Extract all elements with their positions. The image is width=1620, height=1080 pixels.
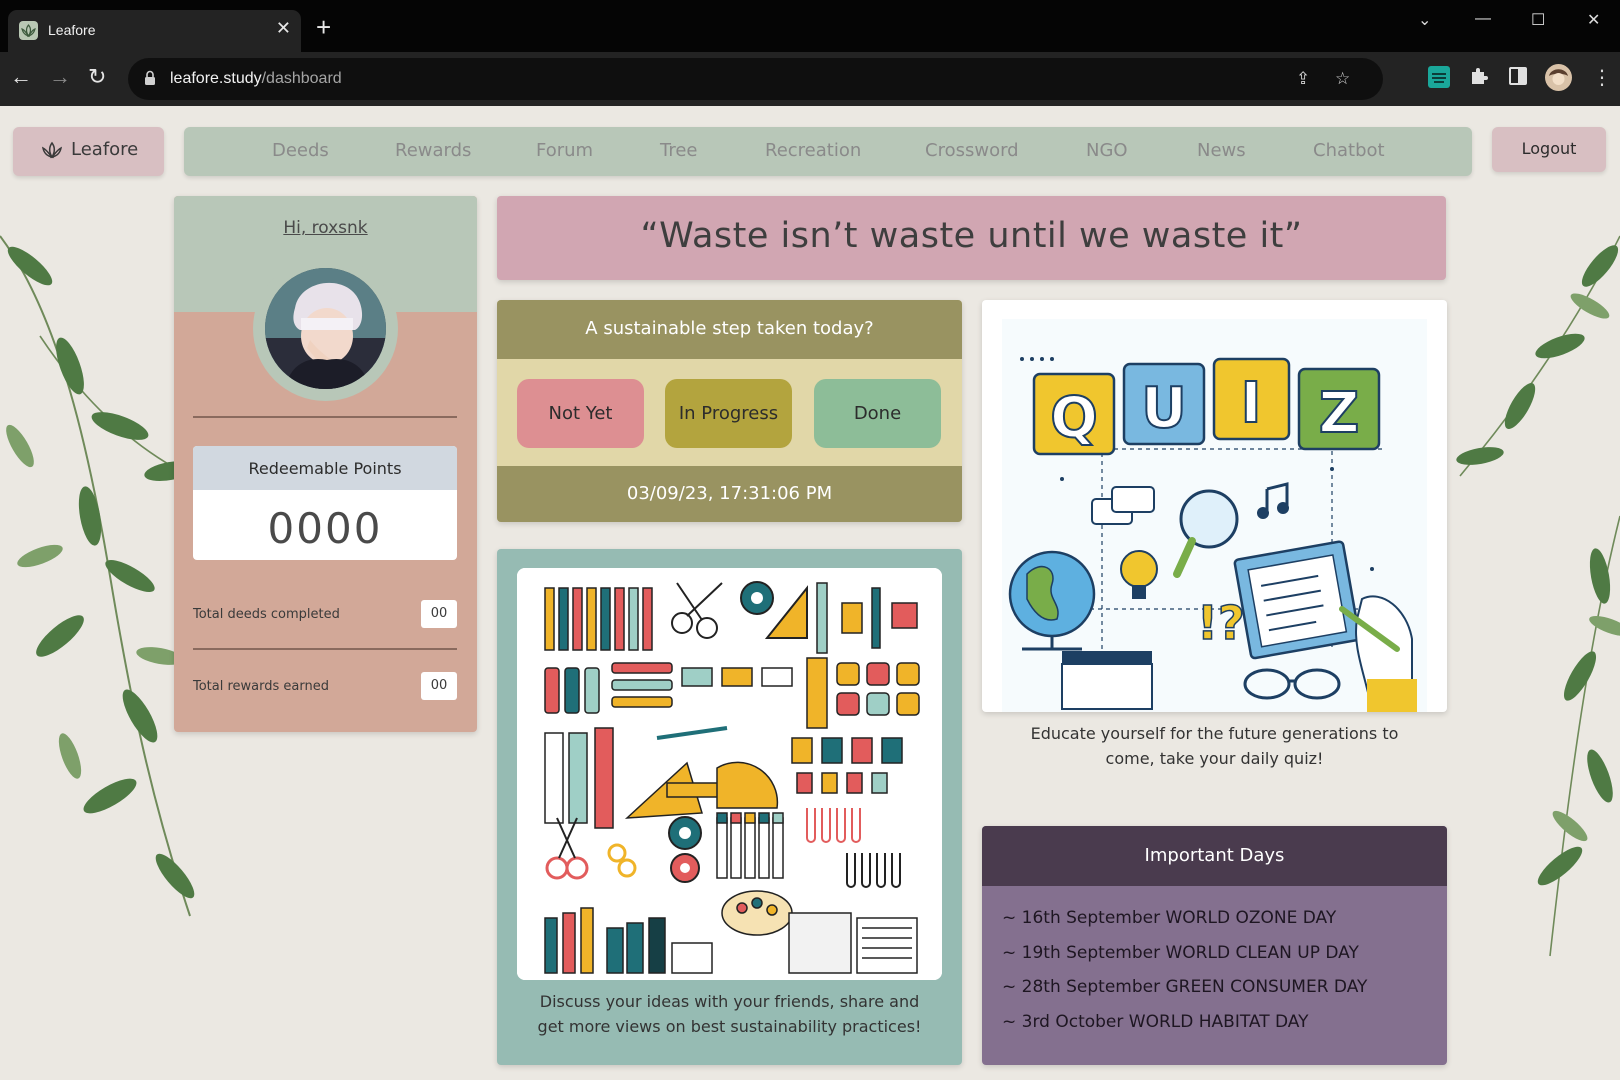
important-days-header: Important Days <box>982 826 1447 886</box>
quiz-letter-q: Q <box>1050 386 1098 451</box>
quote-banner: “Waste isn’t waste until we waste it” <box>497 196 1446 280</box>
nav-news[interactable]: News <box>1197 140 1246 161</box>
quiz-letter-i: I <box>1241 371 1262 436</box>
extension-app-icon[interactable] <box>1428 66 1450 88</box>
new-tab-button[interactable]: + <box>316 14 331 40</box>
daily-step-card: A sustainable step taken today? Not Yet … <box>497 300 962 522</box>
back-icon[interactable]: ← <box>10 64 32 90</box>
quiz-illustration: Q U I Z !? <box>1002 319 1427 712</box>
rewards-earned-value: 00 <box>421 672 457 700</box>
deeds-completed-value: 00 <box>421 600 457 628</box>
quiz-letter-u: U <box>1141 376 1186 441</box>
nav-tree[interactable]: Tree <box>660 140 698 161</box>
redeemable-points-card: Redeemable Points 0000 <box>193 446 457 560</box>
logout-label: Logout <box>1521 139 1577 158</box>
side-panel-icon[interactable] <box>1508 66 1528 86</box>
reload-icon[interactable]: ↻ <box>88 64 106 90</box>
minimize-icon[interactable]: — <box>1475 10 1491 28</box>
points-value: 0000 <box>267 504 383 553</box>
nav-recreation[interactable]: Recreation <box>765 140 861 161</box>
close-window-icon[interactable]: ✕ <box>1587 10 1600 30</box>
forward-icon[interactable]: → <box>49 64 71 90</box>
step-footer: 03/09/23, 17:31:06 PM <box>497 466 962 522</box>
quiz-illustration-icon: Q U I Z !? <box>1002 319 1427 712</box>
step-question: A sustainable step taken today? <box>585 318 874 339</box>
stationery-illustration-icon <box>517 568 942 980</box>
important-days-card: Important Days ~ 16th September WORLD OZ… <box>982 826 1447 1065</box>
browser-menu-icon[interactable]: ⋮ <box>1592 65 1612 89</box>
quiz-letter-z: Z <box>1319 381 1360 446</box>
avatar-frame <box>253 256 398 401</box>
done-button[interactable]: Done <box>814 379 941 448</box>
extensions-puzzle-icon[interactable] <box>1469 66 1489 86</box>
current-timestamp: 03/09/23, 17:31:06 PM <box>626 483 833 504</box>
in-progress-button[interactable]: In Progress <box>665 379 792 448</box>
nav-chatbot[interactable]: Chatbot <box>1313 140 1385 161</box>
forum-caption: Discuss your ideas with your friends, sh… <box>537 992 922 1036</box>
daily-quiz-card[interactable]: Q U I Z !? Educate yourself for the futu… <box>982 300 1447 890</box>
tab-title: Leafore <box>48 22 96 38</box>
browser-toolbar: ← → ↻ leafore.study/dashboard ⇪ ☆ ⋮ <box>0 52 1620 106</box>
not-yet-button[interactable]: Not Yet <box>517 379 644 448</box>
share-icon[interactable]: ⇪ <box>1296 69 1310 89</box>
lotus-icon <box>41 141 63 159</box>
leafore-favicon-icon <box>19 21 38 40</box>
logout-button[interactable]: Logout <box>1492 127 1606 172</box>
nav-forum[interactable]: Forum <box>536 140 593 161</box>
quiz-caption: Educate yourself for the future generati… <box>1030 724 1399 768</box>
points-header: Redeemable Points <box>193 446 457 490</box>
rewards-earned-label: Total rewards earned <box>193 679 329 694</box>
forum-card[interactable]: Discuss your ideas with your friends, sh… <box>497 549 962 1065</box>
profile-card: Hi, roxsnk Redeemable Points 0000 Total … <box>174 196 477 732</box>
maximize-icon[interactable]: ☐ <box>1531 10 1545 30</box>
profile-divider <box>193 648 457 650</box>
nav-crossword[interactable]: Crossword <box>925 140 1019 161</box>
profile-avatar-icon[interactable] <box>1545 64 1572 91</box>
nav-rewards[interactable]: Rewards <box>395 140 471 161</box>
lock-icon <box>145 70 155 85</box>
list-item: ~ 16th September WORLD OZONE DAY <box>1002 908 1337 928</box>
important-days-title: Important Days <box>1144 845 1285 866</box>
decorative-leaves-left-icon <box>0 235 196 917</box>
browser-tab[interactable]: Leafore ✕ <box>8 10 301 52</box>
bookmark-star-icon[interactable]: ☆ <box>1335 69 1350 89</box>
quote-text: “Waste isn’t waste until we waste it” <box>640 216 1303 256</box>
forum-illustration <box>517 568 942 980</box>
brand-home-button[interactable]: Leafore <box>13 127 164 176</box>
user-avatar-icon <box>265 268 386 389</box>
points-title: Redeemable Points <box>248 459 402 478</box>
main-navbar: Deeds Rewards Forum Tree Recreation Cros… <box>184 127 1472 176</box>
list-item: ~ 19th September WORLD CLEAN UP DAY <box>1002 943 1359 963</box>
svg-text:!?: !? <box>1197 596 1245 650</box>
step-header: A sustainable step taken today? <box>497 300 962 359</box>
decorative-leaves-right-icon <box>1456 235 1620 957</box>
browser-tab-strip: Leafore ✕ + ⌄ — ☐ ✕ <box>0 0 1620 52</box>
nav-deeds[interactable]: Deeds <box>272 140 329 161</box>
nav-ngo[interactable]: NGO <box>1086 140 1128 161</box>
list-item: ~ 3rd October WORLD HABITAT DAY <box>1002 1012 1309 1032</box>
dashboard-page: Leafore Deeds Rewards Forum Tree Recreat… <box>0 106 1620 1080</box>
user-greeting-link[interactable]: Hi, roxsnk <box>174 218 477 238</box>
profile-divider <box>193 416 457 418</box>
list-item: ~ 28th September GREEN CONSUMER DAY <box>1002 977 1368 997</box>
url-text: leafore.study/dashboard <box>170 70 342 87</box>
brand-label: Leafore <box>71 139 139 160</box>
avatar <box>265 268 386 389</box>
tab-search-icon[interactable]: ⌄ <box>1418 10 1431 30</box>
tab-close-icon[interactable]: ✕ <box>276 18 291 40</box>
deeds-completed-label: Total deeds completed <box>193 607 340 622</box>
address-bar[interactable]: leafore.study/dashboard ⇪ ☆ <box>128 58 1383 100</box>
